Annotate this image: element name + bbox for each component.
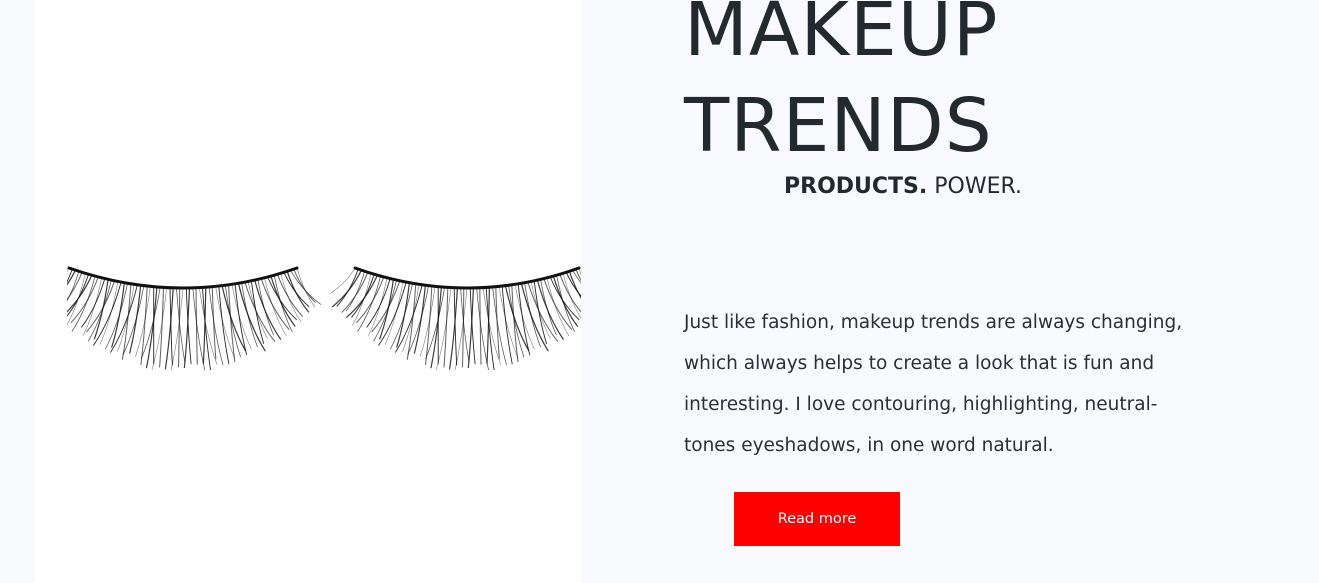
- hero-image-panel: [35, 0, 581, 583]
- tagline-power: POWER.: [927, 174, 1022, 199]
- read-more-button[interactable]: Read more: [734, 492, 900, 546]
- description-text: Just like fashion, makeup trends are alw…: [684, 312, 1183, 456]
- tagline-products: PRODUCTS.: [784, 174, 928, 199]
- title-line-trends: TRENDS: [684, 83, 993, 169]
- title-line-makeup: MAKEUP: [684, 0, 999, 73]
- page-title: MAKEUP TRENDS: [684, 0, 999, 174]
- eyelashes-icon: [67, 266, 581, 370]
- hero-content: MAKEUP TRENDS PRODUCTS. POWER. Just like…: [684, 0, 1244, 583]
- tagline: PRODUCTS. POWER.: [784, 173, 1022, 201]
